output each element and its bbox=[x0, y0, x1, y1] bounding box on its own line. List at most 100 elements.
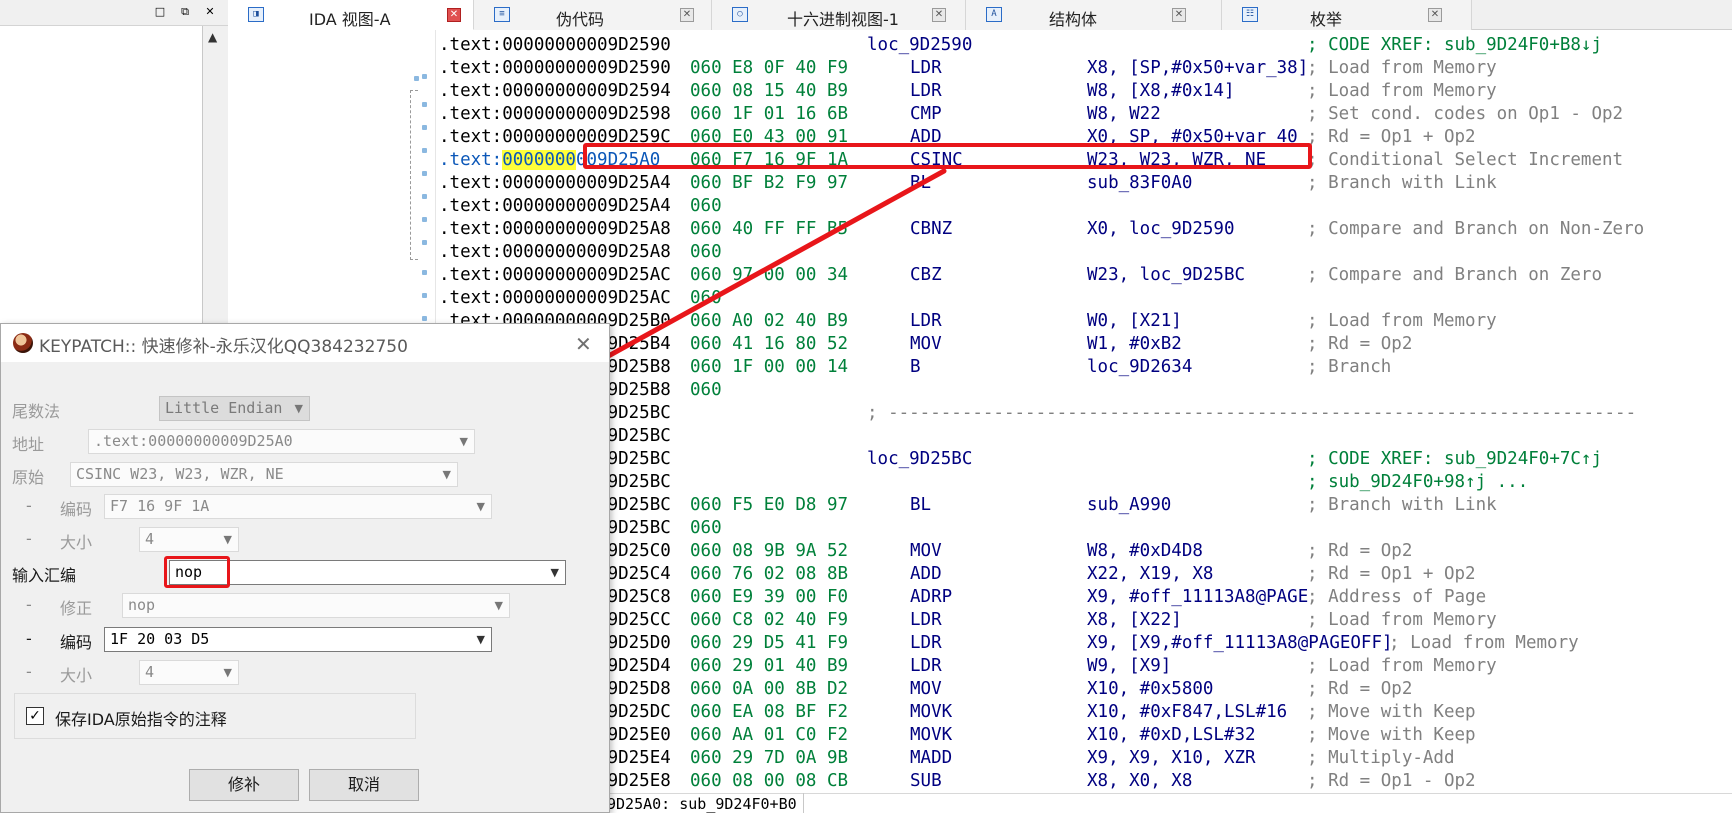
line-operands[interactable]: X9, [X9,#off_11113A8@PAGEOFF] bbox=[1087, 632, 1393, 655]
line-address[interactable]: .text:00000000009D25A8 bbox=[439, 241, 671, 264]
tab-close-icon[interactable]: ✕ bbox=[680, 8, 694, 22]
fixup-field[interactable]: nop ▼ bbox=[122, 593, 510, 618]
code-line[interactable]: .text:00000000009D25BC bbox=[437, 425, 1732, 448]
code-line[interactable]: .text:00000000009D25A8 060 bbox=[437, 241, 1732, 264]
address-field[interactable]: .text:00000000009D25A0 ▼ bbox=[88, 429, 475, 454]
code-line[interactable]: .text:00000000009D25B8060 1F 00 00 14Blo… bbox=[437, 356, 1732, 379]
line-operands[interactable]: X10, #0xF847,LSL#16 bbox=[1087, 701, 1287, 724]
orig-size-field[interactable]: 4 ▼ bbox=[139, 527, 239, 552]
flow-dot-icon bbox=[422, 316, 427, 321]
code-line[interactable]: .text:00000000009D25B0 060 A0 02 40 B9 LDR… bbox=[437, 310, 1732, 333]
code-line[interactable]: .text:0000000009D25A0 060 F7 16 9F 1A CSIN… bbox=[437, 149, 1732, 172]
line-address[interactable]: .text:00000000009D2594 bbox=[439, 80, 671, 103]
line-address[interactable]: .text:00000000009D2590 bbox=[439, 34, 671, 57]
line-address[interactable]: .text:0000000009D25A0 bbox=[439, 149, 660, 172]
code-line[interactable]: .text:00000000009D25E4060 29 7D 0A 9BMAD… bbox=[437, 747, 1732, 770]
keep-comment-label[interactable]: 保存IDA原始指令的注释 bbox=[55, 706, 227, 730]
code-line[interactable]: .text:00000000009D25D8060 0A 00 8B D2MOV… bbox=[437, 678, 1732, 701]
code-line[interactable]: .text:00000000009D25B4060 41 16 80 52MOV… bbox=[437, 333, 1732, 356]
code-line[interactable]: .text:00000000009D2590 060 E8 0F 40 F9 LDR… bbox=[437, 57, 1732, 80]
float-icon[interactable]: ⧉ bbox=[178, 5, 192, 19]
code-line[interactable]: .text:00000000009D25C8060 E9 39 00 F0ADR… bbox=[437, 586, 1732, 609]
line-operands[interactable]: X0, loc_9D2590 bbox=[1087, 218, 1235, 241]
endian-select[interactable]: Little Endian ▼ bbox=[159, 396, 310, 421]
code-line[interactable]: .text:00000000009D25D4060 29 01 40 B9LDR… bbox=[437, 655, 1732, 678]
line-operands[interactable]: W23, W23, WZR, NE bbox=[1087, 149, 1266, 172]
code-line[interactable]: .text:00000000009D2598 060 1F 01 16 6B CMP… bbox=[437, 103, 1732, 126]
tab-close-icon[interactable]: ✕ bbox=[932, 8, 946, 22]
line-address[interactable]: .text:00000000009D25A4 bbox=[439, 172, 671, 195]
restore-icon[interactable]: □ bbox=[153, 5, 167, 19]
line-operands[interactable]: W0, [X21] bbox=[1087, 310, 1182, 333]
line-operands[interactable]: X9, #off_11113A8@PAGE bbox=[1087, 586, 1308, 609]
code-line[interactable]: .text:00000000009D25E8060 08 00 08 CBSUB… bbox=[437, 770, 1732, 793]
disassembly-view[interactable]: .text:00000000009D2590 loc_9D2590 ; CODE X… bbox=[437, 30, 1732, 813]
line-label[interactable]: loc_9D2590 bbox=[867, 34, 972, 57]
line-operands[interactable]: sub_83F0A0 bbox=[1087, 172, 1192, 195]
line-operands[interactable]: X8, [SP,#0x50+var_38] bbox=[1087, 57, 1308, 80]
line-operands[interactable]: W1, #0xB2 bbox=[1087, 333, 1182, 356]
asm-input[interactable]: nop ▼ bbox=[169, 560, 566, 585]
close-icon[interactable]: ✕ bbox=[203, 5, 217, 19]
line-address[interactable]: .text:00000000009D259C bbox=[439, 126, 671, 149]
line-operands[interactable]: X0, SP, #0x50+var_40 bbox=[1087, 126, 1298, 149]
line-operands[interactable]: X10, #0x5800 bbox=[1087, 678, 1213, 701]
code-line[interactable]: .text:00000000009D25BC060 F5 E0 D8 97BLs… bbox=[437, 494, 1732, 517]
line-address[interactable]: .text:00000000009D25A4 bbox=[439, 195, 671, 218]
code-line[interactable]: .text:00000000009D25BC; sub_9D24F0+98↑j … bbox=[437, 471, 1732, 494]
code-line[interactable]: .text:00000000009D259C 060 E0 43 00 91 ADD… bbox=[437, 126, 1732, 149]
cancel-button[interactable]: 取消 bbox=[309, 769, 419, 801]
tab-ida-view-a[interactable]: ◨ IDA 视图-A ✕ bbox=[228, 0, 474, 30]
line-address[interactable]: .text:00000000009D25A8 bbox=[439, 218, 671, 241]
tab-enums[interactable]: ☷ 枚举 ✕ bbox=[1222, 0, 1472, 30]
line-operands[interactable]: X8, [X22] bbox=[1087, 609, 1182, 632]
code-line[interactable]: .text:00000000009D25AC 060 bbox=[437, 287, 1732, 310]
line-label[interactable]: loc_9D25BC bbox=[867, 448, 972, 471]
code-line[interactable]: .text:00000000009D25BC060 bbox=[437, 517, 1732, 540]
new-size-field[interactable]: 4 ▼ bbox=[139, 660, 239, 685]
scroll-up-icon[interactable]: ▲ bbox=[208, 30, 217, 44]
code-line[interactable]: .text:00000000009D25B8060 bbox=[437, 379, 1732, 402]
line-address[interactable]: .text:00000000009D25AC bbox=[439, 264, 671, 287]
code-line[interactable]: .text:00000000009D25AC 060 97 00 00 34 CBZ… bbox=[437, 264, 1732, 287]
new-encoding-field[interactable]: 1F 20 03 D5 ▼ bbox=[104, 627, 492, 652]
line-operands[interactable]: W23, loc_9D25BC bbox=[1087, 264, 1245, 287]
orig-encoding-field[interactable]: F7 16 9F 1A ▼ bbox=[104, 494, 492, 519]
line-address[interactable]: .text:00000000009D2598 bbox=[439, 103, 671, 126]
line-operands[interactable]: W8, [X8,#0x14] bbox=[1087, 80, 1235, 103]
code-line[interactable]: .text:00000000009D25A4 060 bbox=[437, 195, 1732, 218]
line-operands[interactable]: W8, W22 bbox=[1087, 103, 1161, 126]
tab-pseudocode[interactable]: ≡ 伪代码 ✕ bbox=[474, 0, 712, 30]
code-line[interactable]: .text:00000000009D2594 060 08 15 40 B9 LDR… bbox=[437, 80, 1732, 103]
line-operands[interactable]: X9, X9, X10, XZR bbox=[1087, 747, 1256, 770]
line-operands[interactable]: X8, X0, X8 bbox=[1087, 770, 1192, 793]
patch-button[interactable]: 修补 bbox=[189, 769, 299, 801]
code-line[interactable]: .text:00000000009D2590 loc_9D2590 ; CODE X… bbox=[437, 34, 1732, 57]
code-line[interactable]: .text:00000000009D25A8 060 40 FF FF B5 CBN… bbox=[437, 218, 1732, 241]
line-address[interactable]: .text:00000000009D2590 bbox=[439, 57, 671, 80]
line-operands[interactable]: W9, [X9] bbox=[1087, 655, 1171, 678]
code-line[interactable]: .text:00000000009D25D0060 29 D5 41 F9LDR… bbox=[437, 632, 1732, 655]
line-operands[interactable]: loc_9D2634 bbox=[1087, 356, 1192, 379]
line-operands[interactable]: sub_A990 bbox=[1087, 494, 1171, 517]
code-line[interactable]: .text:00000000009D25E0060 AA 01 C0 F2MOV… bbox=[437, 724, 1732, 747]
code-line[interactable]: .text:00000000009D25BCloc_9D25BC; CODE X… bbox=[437, 448, 1732, 471]
dialog-close-icon[interactable]: ✕ bbox=[575, 332, 592, 356]
line-operands[interactable]: X10, #0xD,LSL#32 bbox=[1087, 724, 1256, 747]
tab-structures[interactable]: A 结构体 ✕ bbox=[966, 0, 1222, 30]
code-line[interactable]: .text:00000000009D25A4 060 BF B2 F9 97 BL s… bbox=[437, 172, 1732, 195]
tab-close-icon[interactable]: ✕ bbox=[1428, 8, 1442, 22]
line-operands[interactable]: W8, #0xD4D8 bbox=[1087, 540, 1203, 563]
keep-comment-checkbox[interactable]: ✓ bbox=[26, 707, 44, 725]
tab-close-icon[interactable]: ✕ bbox=[447, 8, 461, 22]
code-line[interactable]: .text:00000000009D25DC060 EA 08 BF F2MOV… bbox=[437, 701, 1732, 724]
tab-hex-view[interactable]: ○ 十六进制视图-1 ✕ bbox=[712, 0, 966, 30]
line-address[interactable]: .text:00000000009D25AC bbox=[439, 287, 671, 310]
code-line[interactable]: .text:00000000009D25CC060 C8 02 40 F9LDR… bbox=[437, 609, 1732, 632]
code-line[interactable]: .text:00000000009D25C4060 76 02 08 8BADD… bbox=[437, 563, 1732, 586]
code-line[interactable]: .text:00000000009D25BC; ----------------… bbox=[437, 402, 1732, 425]
tab-close-icon[interactable]: ✕ bbox=[1172, 8, 1186, 22]
original-field[interactable]: CSINC W23, W23, WZR, NE ▼ bbox=[70, 462, 458, 487]
line-operands[interactable]: X22, X19, X8 bbox=[1087, 563, 1213, 586]
code-line[interactable]: .text:00000000009D25C0060 08 9B 9A 52MOV… bbox=[437, 540, 1732, 563]
